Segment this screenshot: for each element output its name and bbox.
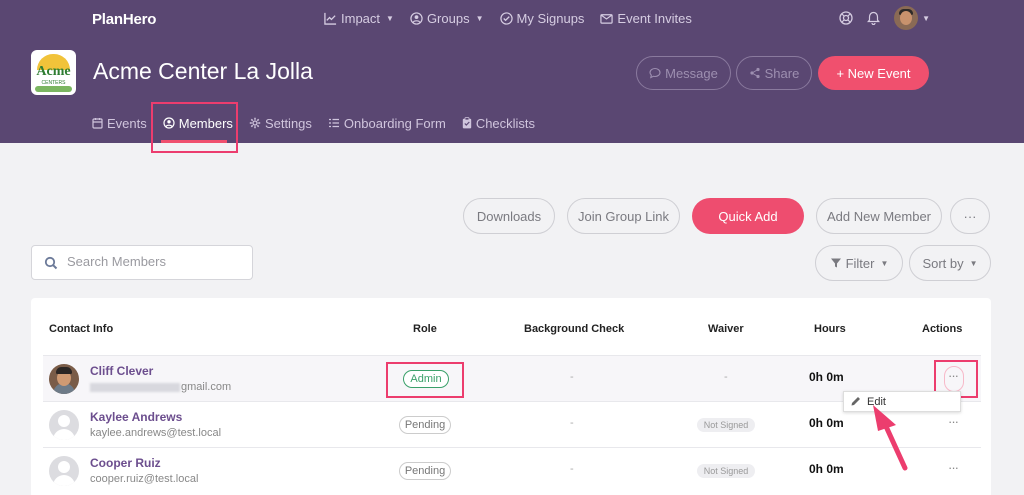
help-circle-icon[interactable] [839,11,853,25]
table-row[interactable]: Kaylee Andrews kaylee.andrews@test.local… [43,401,981,447]
nav-my-signups-label: My Signups [516,10,585,26]
avatar [49,456,79,486]
chevron-down-icon: ▼ [386,13,394,23]
member-name[interactable]: Kaylee Andrews [90,410,182,424]
share-button-label: Share [764,65,800,81]
search-input[interactable] [67,254,247,269]
edit-menu-item[interactable]: Edit [867,396,886,408]
member-email: cooper.ruiz@test.local [90,473,199,485]
header-hours: Hours [814,323,846,335]
tab-onboarding-form-label: Onboarding Form [343,115,446,131]
header-role: Role [413,323,437,335]
header-waiver: Waiver [708,323,744,335]
chevron-down-icon: ▼ [969,258,978,268]
search-icon [44,256,58,270]
background-check-status: - [570,417,574,429]
nav-groups-label: Groups [426,10,470,26]
waiver-status: Not Signed [697,464,755,478]
clipboard-icon [462,117,472,129]
member-email: kaylee.andrews@test.local [90,427,222,439]
nav-my-signups[interactable]: My Signups [499,9,585,27]
pencil-icon [851,397,860,406]
hours-value: 0h 0m [809,370,844,384]
member-name[interactable]: Cooper Ruiz [90,456,161,470]
add-new-member-button[interactable]: Add New Member [816,198,942,234]
header-contact-info: Contact Info [49,323,114,335]
background-check-status: - [570,463,574,475]
role-badge: Pending [399,416,451,434]
quick-add-button[interactable]: Quick Add [692,198,804,234]
tab-events[interactable]: Events [92,115,147,131]
tab-events-label: Events [107,115,147,131]
nav-impact-label: Impact [341,10,381,26]
bell-icon[interactable] [867,11,881,25]
row-actions-menu: Edit [843,391,961,412]
join-group-link-button[interactable]: Join Group Link [567,198,680,234]
message-button[interactable]: Message [636,56,731,90]
role-badge: Pending [399,462,451,480]
sort-by-button-label: Sort by [922,255,964,271]
list-icon [328,118,339,128]
table-row[interactable]: Cliff Clever gmail.com Admin - - 0h 0m ·… [43,355,981,401]
row-actions-button[interactable]: ··· [948,414,959,429]
chevron-down-icon: ▼ [475,13,484,23]
share-button[interactable]: Share [736,56,812,90]
redacted-email-mask [90,382,180,392]
tab-checklists[interactable]: Checklists [462,115,535,131]
nav-impact[interactable]: Impact ▼ [324,9,394,27]
hours-value: 0h 0m [809,416,844,430]
header-right-icons: ▼ [839,6,930,30]
tab-checklists-label: Checklists [475,115,536,131]
header-actions: Actions [922,323,963,335]
highlight-box-members-tab [151,102,238,153]
page-title: Acme Center La Jolla [93,58,313,84]
nav-groups[interactable]: Groups ▼ [410,9,484,27]
tab-settings-label: Settings [264,115,312,131]
header-background-check: Background Check [524,323,625,335]
user-circle-icon [410,11,423,25]
chart-icon [324,12,337,25]
table-row[interactable]: Cooper Ruiz cooper.ruiz@test.local Pendi… [43,447,981,493]
sort-by-button[interactable]: Sort by ▼ [909,245,991,281]
filter-button-label: Filter [845,255,875,271]
member-name[interactable]: Cliff Clever [90,364,153,378]
more-options-button[interactable]: ··· [950,198,990,234]
check-circle-icon [499,11,513,25]
waiver-status: Not Signed [697,418,755,432]
envelope-icon [600,13,614,24]
avatar [49,364,79,394]
row-actions-button[interactable]: ··· [948,460,959,475]
hours-value: 0h 0m [809,462,844,476]
chevron-down-icon[interactable]: ▼ [922,14,930,23]
brand-logo[interactable]: PlanHero [92,11,156,28]
filter-button[interactable]: Filter ▼ [815,245,903,281]
downloads-button[interactable]: Downloads [463,198,555,234]
search-box [31,245,253,280]
chevron-down-icon: ▼ [880,258,889,268]
waiver-status: - [724,371,728,383]
new-event-button[interactable]: + New Event [818,56,929,90]
highlight-box-admin-role [386,362,464,398]
nav-event-invites[interactable]: Event Invites [600,9,692,27]
member-email: gmail.com [90,381,231,393]
nav-event-invites-label: Event Invites [617,10,692,26]
avatar [49,410,79,440]
chat-icon [649,67,661,79]
filter-icon [830,258,841,268]
org-logo: Acme CENTERS [31,50,76,95]
user-avatar[interactable] [894,6,919,30]
tab-onboarding-form[interactable]: Onboarding Form [328,115,446,131]
top-nav: Impact ▼ Groups ▼ My Signups Event Invit… [324,9,692,27]
share-icon [750,67,760,79]
background-check-status: - [570,371,574,383]
gear-icon [249,117,261,129]
tab-settings[interactable]: Settings [249,115,312,131]
message-button-label: Message [665,65,718,81]
calendar-icon [92,118,103,129]
